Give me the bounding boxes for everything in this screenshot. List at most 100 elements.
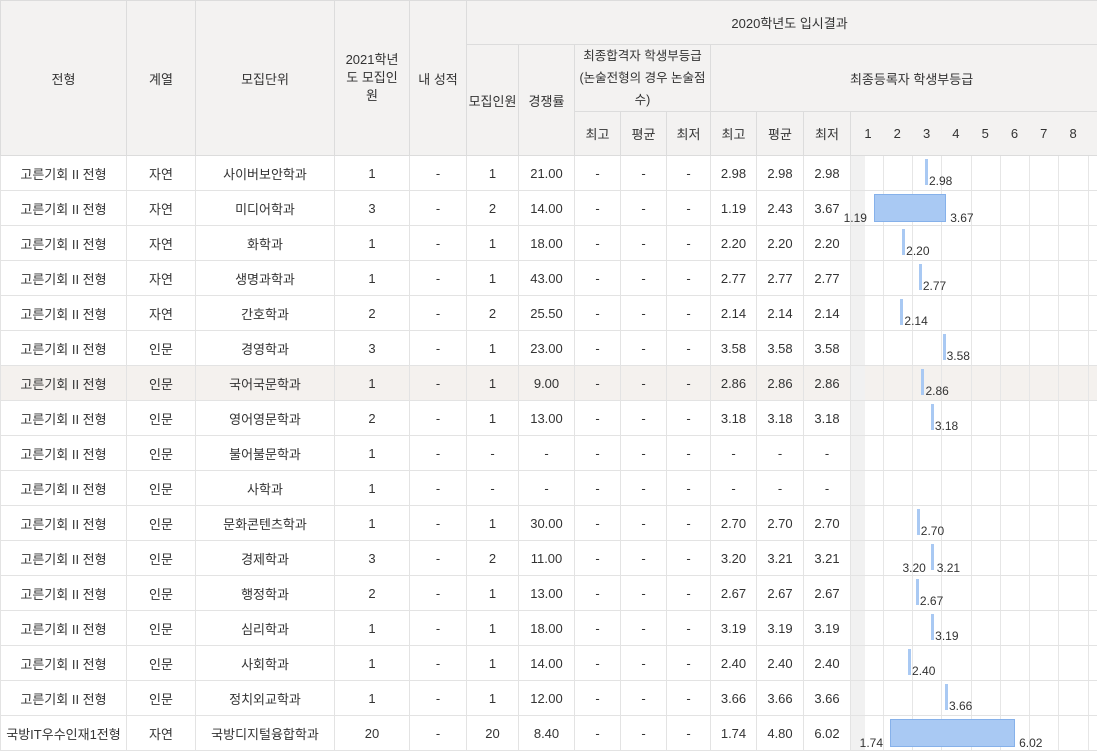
table-body: 고른기회 II 전형자연사이버보안학과1-121.00---2.982.982.… bbox=[1, 156, 1097, 751]
grid-line bbox=[912, 471, 913, 505]
cell-type: 고른기회 II 전형 bbox=[1, 471, 127, 506]
cell-type: 고른기회 II 전형 bbox=[1, 331, 127, 366]
table-row[interactable]: 고른기회 II 전형인문행정학과2-113.00---2.672.672.672… bbox=[1, 576, 1097, 611]
cell-reg-worst: 2.67 bbox=[804, 576, 851, 611]
table-row[interactable]: 고른기회 II 전형자연화학과1-118.00---2.202.202.202.… bbox=[1, 226, 1097, 261]
cell-reg-worst: 3.66 bbox=[804, 681, 851, 716]
table-row[interactable]: 고른기회 II 전형인문정치외교학과1-112.00---3.663.663.6… bbox=[1, 681, 1097, 716]
table-row[interactable]: 국방IT우수인재1전형자연국방디지털융합학과20-208.40---1.744.… bbox=[1, 716, 1097, 751]
header-2021-quota: 2021학년도 모집인원 bbox=[335, 1, 410, 156]
cell-reg-best: - bbox=[711, 471, 757, 506]
cell-pass-avg: - bbox=[621, 436, 667, 471]
cell-type: 고른기회 II 전형 bbox=[1, 436, 127, 471]
grid-line bbox=[971, 646, 972, 680]
grade-range-chart: 2.20 bbox=[851, 226, 1097, 261]
cell-quota-2021: 1 bbox=[335, 226, 410, 261]
grade-range-chart: 3.66 bbox=[851, 681, 1097, 716]
cell-recruit: 1 bbox=[467, 261, 519, 296]
cell-reg-best: - bbox=[711, 436, 757, 471]
cell-pass-avg: - bbox=[621, 576, 667, 611]
grade-min-label: 3.66 bbox=[949, 699, 972, 713]
cell-unit: 사회학과 bbox=[196, 646, 335, 681]
cell-field: 인문 bbox=[127, 646, 196, 681]
cell-type: 고른기회 II 전형 bbox=[1, 541, 127, 576]
cell-pass-avg: - bbox=[621, 471, 667, 506]
table-row[interactable]: 고른기회 II 전형자연사이버보안학과1-121.00---2.982.982.… bbox=[1, 156, 1097, 191]
table-row[interactable]: 고른기회 II 전형자연간호학과2-225.50---2.142.142.142… bbox=[1, 296, 1097, 331]
cell-recruit: 1 bbox=[467, 156, 519, 191]
grid-line bbox=[1029, 366, 1030, 400]
grid-line bbox=[941, 436, 942, 470]
cell-type: 고른기회 II 전형 bbox=[1, 226, 127, 261]
cell-my-grade: - bbox=[410, 716, 467, 751]
cell-field: 인문 bbox=[127, 611, 196, 646]
table-row[interactable]: 고른기회 II 전형인문영어영문학과2-113.00---3.183.183.1… bbox=[1, 401, 1097, 436]
table-row[interactable]: 고른기회 II 전형인문심리학과1-118.00---3.193.193.193… bbox=[1, 611, 1097, 646]
table-row[interactable]: 고른기회 II 전형인문경영학과3-123.00---3.583.583.583… bbox=[1, 331, 1097, 366]
grid-line bbox=[1088, 401, 1089, 435]
admission-results-table: 전형 계열 모집단위 2021학년도 모집인원 내 성적 2020학년도 입시결… bbox=[0, 0, 1097, 751]
table-row[interactable]: 고른기회 II 전형인문불어불문학과1--------- bbox=[1, 436, 1097, 471]
grid-line bbox=[971, 261, 972, 295]
header-type: 전형 bbox=[1, 1, 127, 156]
table-row[interactable]: 고른기회 II 전형인문사회학과1-114.00---2.402.402.402… bbox=[1, 646, 1097, 681]
cell-ratio: 12.00 bbox=[519, 681, 575, 716]
table-row[interactable]: 고른기회 II 전형자연생명과학과1-143.00---2.772.772.77… bbox=[1, 261, 1097, 296]
cell-reg-avg: 3.21 bbox=[757, 541, 804, 576]
cell-pass-worst: - bbox=[667, 471, 711, 506]
cell-type: 고른기회 II 전형 bbox=[1, 646, 127, 681]
cell-reg-avg: 3.58 bbox=[757, 331, 804, 366]
grid-line bbox=[971, 506, 972, 540]
table-row[interactable]: 고른기회 II 전형인문국어국문학과1-19.00---2.862.862.86… bbox=[1, 366, 1097, 401]
grid-line bbox=[971, 401, 972, 435]
cell-my-grade: - bbox=[410, 541, 467, 576]
grade-range-chart: 2.40 bbox=[851, 646, 1097, 681]
cell-reg-best: 2.77 bbox=[711, 261, 757, 296]
cell-reg-best: 2.86 bbox=[711, 366, 757, 401]
grid-line bbox=[1000, 541, 1001, 575]
cell-pass-avg: - bbox=[621, 681, 667, 716]
table-row[interactable]: 고른기회 II 전형인문사학과1--------- bbox=[1, 471, 1097, 506]
cell-reg-worst: 3.21 bbox=[804, 541, 851, 576]
grid-line bbox=[1000, 366, 1001, 400]
grid-line bbox=[1000, 471, 1001, 505]
cell-recruit: 1 bbox=[467, 331, 519, 366]
grid-line bbox=[912, 506, 913, 540]
grid-line bbox=[1058, 366, 1059, 400]
table-row[interactable]: 고른기회 II 전형자연미디어학과3-214.00---1.192.433.67… bbox=[1, 191, 1097, 226]
cell-reg-best: 3.19 bbox=[711, 611, 757, 646]
cell-ratio: 18.00 bbox=[519, 611, 575, 646]
grid-line bbox=[1029, 541, 1030, 575]
grade-min-label: 3.20 bbox=[902, 561, 925, 575]
cell-reg-worst: 2.14 bbox=[804, 296, 851, 331]
cell-pass-avg: - bbox=[621, 506, 667, 541]
cell-field: 인문 bbox=[127, 401, 196, 436]
grade-range-bar bbox=[874, 194, 947, 222]
grade-range-chart: 1.193.67 bbox=[851, 191, 1097, 226]
cell-quota-2021: 3 bbox=[335, 331, 410, 366]
grade-range-chart: 2.70 bbox=[851, 506, 1097, 541]
cell-ratio: 25.50 bbox=[519, 296, 575, 331]
chart-axis-strip bbox=[851, 681, 865, 715]
grade-scale-header: 123456789 bbox=[851, 112, 1097, 156]
cell-reg-avg: 3.18 bbox=[757, 401, 804, 436]
grid-line bbox=[1029, 506, 1030, 540]
grid-line bbox=[1088, 191, 1089, 225]
cell-unit: 화학과 bbox=[196, 226, 335, 261]
grid-line bbox=[1058, 401, 1059, 435]
cell-recruit: 2 bbox=[467, 541, 519, 576]
grade-scale-label: 6 bbox=[1011, 112, 1018, 156]
table-row[interactable]: 고른기회 II 전형인문문화콘텐츠학과1-130.00---2.702.702.… bbox=[1, 506, 1097, 541]
cell-reg-worst: 2.98 bbox=[804, 156, 851, 191]
cell-reg-best: 3.58 bbox=[711, 331, 757, 366]
grade-tick bbox=[900, 299, 903, 325]
table-row[interactable]: 고른기회 II 전형인문경제학과3-211.00---3.203.213.213… bbox=[1, 541, 1097, 576]
grid-line bbox=[1088, 226, 1089, 260]
cell-my-grade: - bbox=[410, 331, 467, 366]
grade-range-chart bbox=[851, 436, 1097, 471]
grid-line bbox=[912, 576, 913, 610]
grade-min-label: 2.98 bbox=[929, 174, 952, 188]
cell-reg-worst: - bbox=[804, 436, 851, 471]
cell-pass-avg: - bbox=[621, 191, 667, 226]
grid-line bbox=[883, 611, 884, 645]
